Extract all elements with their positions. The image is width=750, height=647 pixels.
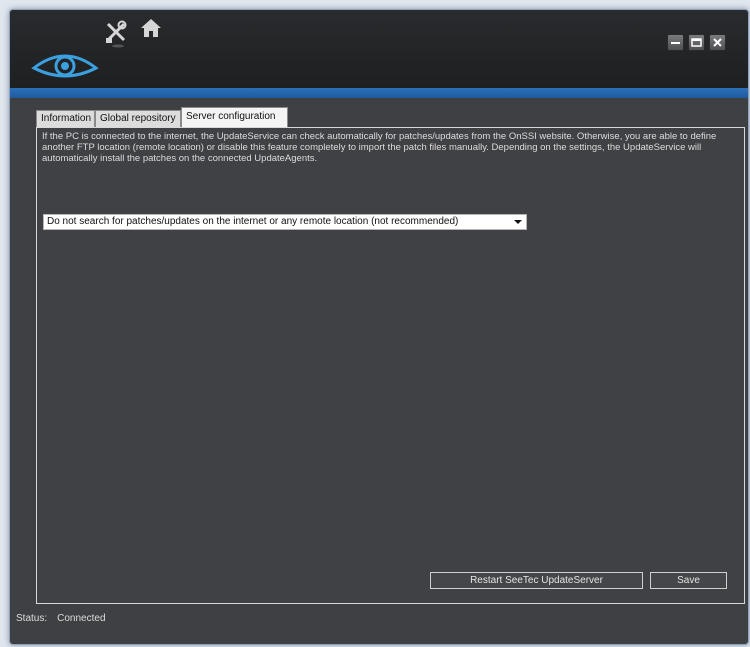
minimize-button[interactable] xyxy=(667,34,684,51)
status-bar: Status: Connected xyxy=(16,613,106,624)
close-button[interactable] xyxy=(709,34,726,51)
tab-server-configuration[interactable]: Server configuration xyxy=(181,107,288,127)
server-configuration-panel: If the PC is connected to the internet, … xyxy=(36,127,745,604)
status-label: Status: xyxy=(16,613,48,624)
maximize-icon xyxy=(691,38,702,47)
title-bar[interactable] xyxy=(10,10,748,88)
chevron-down-icon[interactable] xyxy=(514,220,522,224)
status-value: Connected xyxy=(57,613,106,624)
search-option-select[interactable]: Do not search for patches/updates on the… xyxy=(43,214,527,230)
app-window: Information Global repository Server con… xyxy=(9,9,749,645)
tab-information[interactable]: Information xyxy=(36,110,95,127)
minimize-icon xyxy=(671,42,680,44)
save-button[interactable]: Save xyxy=(650,572,727,589)
header-accent-band xyxy=(10,88,748,98)
restart-server-button[interactable]: Restart SeeTec UpdateServer xyxy=(430,572,643,589)
maximize-button[interactable] xyxy=(688,34,705,51)
tools-icon[interactable] xyxy=(104,20,128,48)
server-config-description: If the PC is connected to the internet, … xyxy=(42,131,717,164)
search-option-selected: Do not search for patches/updates on the… xyxy=(47,216,459,227)
eye-logo-icon xyxy=(31,54,99,78)
close-icon xyxy=(713,38,722,47)
tab-global-repository[interactable]: Global repository xyxy=(95,110,181,127)
home-icon[interactable] xyxy=(140,18,162,38)
